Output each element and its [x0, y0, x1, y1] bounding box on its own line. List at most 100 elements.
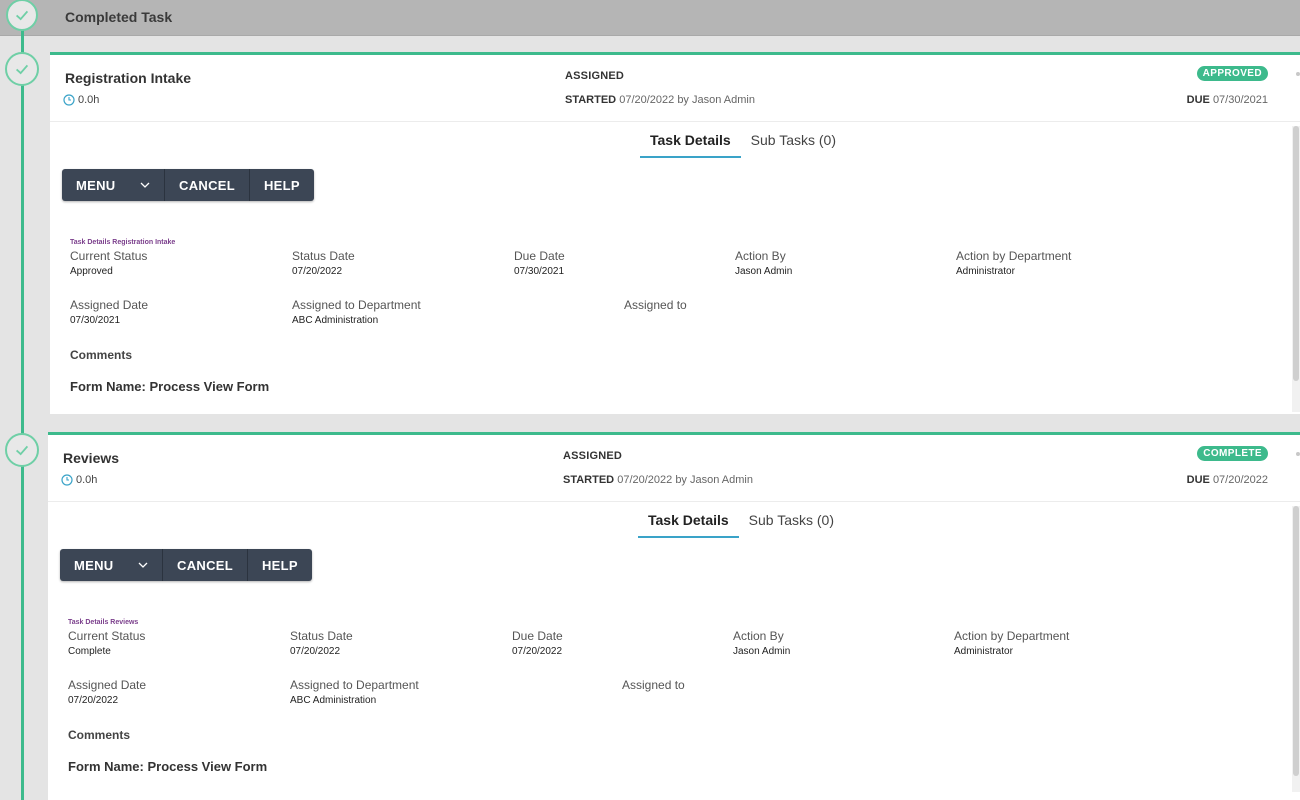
timeline-line [21, 30, 24, 800]
tab-sub-tasks[interactable]: Sub Tasks (0) [741, 132, 846, 158]
field-value: Administrator [954, 646, 1013, 657]
menu-button[interactable]: MENU [60, 549, 162, 581]
edge-indicator [1296, 452, 1300, 456]
field-value: 07/30/2021 [70, 315, 121, 326]
field-value: Approved [70, 266, 113, 277]
tab-task-details[interactable]: Task Details [638, 512, 739, 538]
duration-value: 0.0h [78, 94, 100, 106]
menu-label: MENU [74, 557, 114, 573]
action-toolbar: MENU CANCEL HELP [60, 549, 312, 581]
field-label: Assigned to [622, 678, 685, 692]
field-label: Status Date [290, 629, 353, 643]
cancel-button[interactable]: CANCEL [162, 549, 247, 581]
field-label: Action By [735, 249, 786, 263]
task-2-check-icon[interactable] [5, 433, 39, 467]
due-label: DUE [1186, 94, 1210, 106]
due-info: DUE 07/30/2021 [1187, 94, 1268, 106]
form-name[interactable]: Form Name: Process View Form [68, 759, 267, 774]
field-assigned-to-department: Assigned to Department ABC Administratio… [292, 298, 421, 326]
due-info: DUE 07/20/2022 [1187, 474, 1268, 486]
field-label: Status Date [292, 249, 355, 263]
due-value: 07/30/2021 [1212, 94, 1268, 106]
task-header[interactable]: Reviews 0.0h ASSIGNED STARTED 07/20/2022… [48, 435, 1300, 502]
field-value: Jason Admin [733, 646, 791, 657]
task-tabs: Task Details Sub Tasks (0) [638, 512, 844, 538]
field-label: Due Date [512, 629, 563, 643]
field-label: Action by Department [956, 249, 1072, 263]
task-1-check-icon[interactable] [5, 52, 39, 86]
edge-indicator [1296, 72, 1300, 76]
comments-label: Comments [70, 348, 133, 362]
started-value: 07/20/2022 by Jason Admin [619, 94, 755, 106]
clock-icon [61, 474, 73, 486]
field-status-date: Status Date 07/20/2022 [290, 629, 353, 657]
field-assigned-to: Assigned to [624, 298, 687, 315]
field-label: Assigned to [624, 298, 687, 312]
field-assigned-to: Assigned to [622, 678, 685, 695]
field-value: ABC Administration [290, 695, 377, 706]
scrollbar-thumb[interactable] [1293, 506, 1299, 776]
section-title: Completed Task [65, 9, 173, 25]
field-label: Current Status [68, 629, 146, 643]
field-label: Assigned Date [70, 298, 149, 312]
help-button[interactable]: HELP [248, 169, 314, 201]
field-action-by: Action By Jason Admin [733, 629, 790, 657]
started-value: 07/20/2022 by Jason Admin [617, 474, 753, 486]
field-label: Action By [733, 629, 784, 643]
field-value: Administrator [956, 266, 1015, 277]
help-button[interactable]: HELP [246, 549, 312, 581]
section-check-icon[interactable] [6, 0, 38, 31]
field-value: 07/20/2022 [512, 646, 563, 657]
field-status-date: Status Date 07/20/2022 [292, 249, 355, 277]
field-value: Jason Admin [735, 266, 793, 277]
scrollbar-thumb[interactable] [1293, 126, 1299, 381]
field-due-date: Due Date 07/20/2022 [512, 629, 563, 657]
field-label: Assigned to Department [290, 678, 419, 692]
assigned-label: ASSIGNED [565, 70, 625, 82]
field-value: 07/20/2022 [292, 266, 343, 277]
field-action-by-department: Action by Department Administrator [954, 629, 1069, 657]
field-value: Complete [68, 646, 111, 657]
field-value: 07/30/2021 [514, 266, 565, 277]
task-card: Registration Intake 0.0h ASSIGNED STARTE… [50, 52, 1300, 414]
task-card: Reviews 0.0h ASSIGNED STARTED 07/20/2022… [48, 432, 1300, 800]
clock-icon [63, 94, 75, 106]
tab-task-details[interactable]: Task Details [640, 132, 741, 158]
field-value: ABC Administration [292, 315, 379, 326]
task-body: Task Details Sub Tasks (0) MENU CANCEL H… [50, 122, 1300, 414]
field-due-date: Due Date 07/30/2021 [514, 249, 565, 277]
field-current-status: Current Status Complete [68, 629, 145, 657]
form-name[interactable]: Form Name: Process View Form [70, 379, 269, 394]
field-assigned-date: Assigned Date 07/30/2021 [70, 298, 148, 326]
task-tabs: Task Details Sub Tasks (0) [640, 132, 846, 158]
field-label: Due Date [514, 249, 565, 263]
field-assigned-to-department: Assigned to Department ABC Administratio… [290, 678, 419, 706]
section-header[interactable]: Completed Task [0, 0, 1300, 36]
action-toolbar: MENU CANCEL HELP [62, 169, 314, 201]
status-badge: COMPLETE [1197, 446, 1268, 461]
cancel-button[interactable]: CANCEL [164, 169, 249, 201]
field-assigned-date: Assigned Date 07/20/2022 [68, 678, 146, 706]
assigned-label: ASSIGNED [563, 450, 623, 462]
task-duration: 0.0h [61, 474, 97, 486]
field-action-by-department: Action by Department Administrator [956, 249, 1071, 277]
tab-sub-tasks[interactable]: Sub Tasks (0) [739, 512, 844, 538]
chevron-down-icon [138, 562, 148, 568]
field-action-by: Action By Jason Admin [735, 249, 792, 277]
task-duration: 0.0h [63, 94, 99, 106]
task-header[interactable]: Registration Intake 0.0h ASSIGNED STARTE… [50, 55, 1300, 122]
task-name: Reviews [63, 450, 120, 466]
field-label: Assigned Date [68, 678, 147, 692]
started-label: STARTED [563, 474, 615, 486]
field-value: 07/20/2022 [68, 695, 119, 706]
field-label: Action by Department [954, 629, 1070, 643]
status-badge: APPROVED [1196, 66, 1268, 81]
task-name: Registration Intake [65, 70, 192, 86]
details-caption: Task Details Registration Intake [70, 239, 176, 246]
duration-value: 0.0h [76, 474, 98, 486]
comments-label: Comments [68, 728, 131, 742]
due-label: DUE [1186, 474, 1210, 486]
menu-button[interactable]: MENU [62, 169, 164, 201]
field-current-status: Current Status Approved [70, 249, 147, 277]
started-info: STARTED 07/20/2022 by Jason Admin [565, 94, 755, 106]
